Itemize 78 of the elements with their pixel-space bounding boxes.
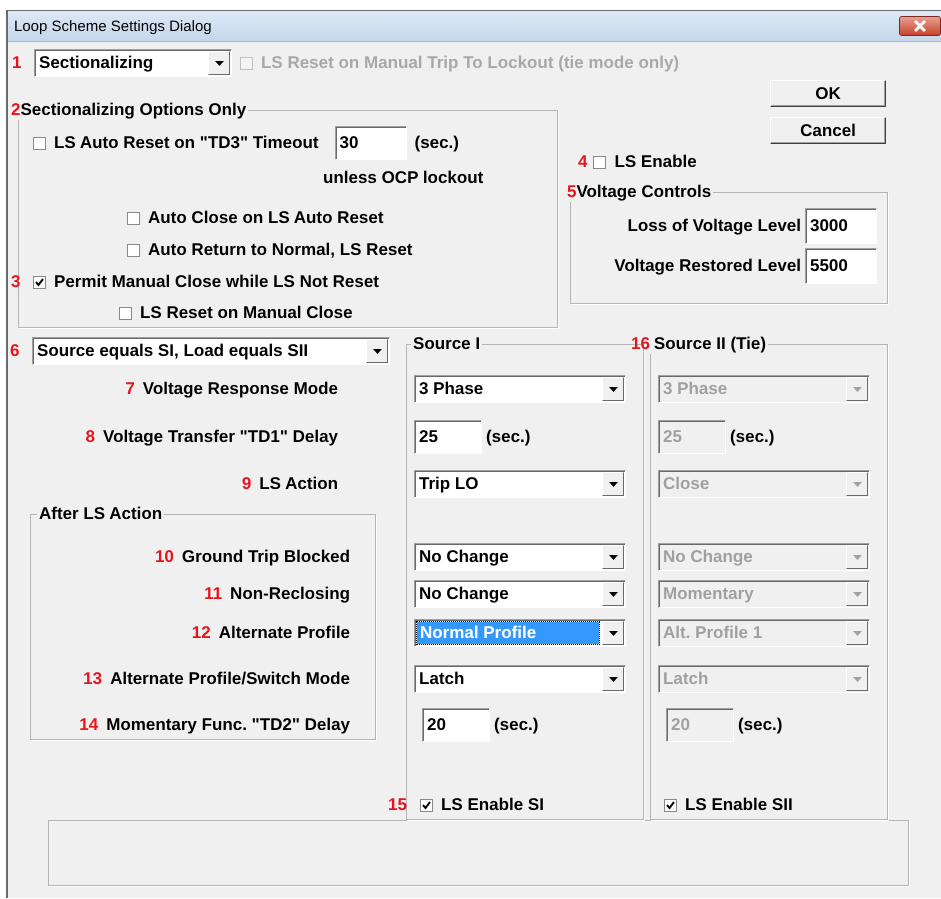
dialog-button[interactable]: OK — [770, 80, 886, 107]
dialog-button[interactable]: Cancel — [770, 117, 886, 144]
caret-icon — [372, 348, 382, 354]
step-number: 3 — [11, 272, 22, 292]
dropdown[interactable]: 3 Phase — [414, 375, 626, 403]
source-enable-checkbox[interactable]: LS Enable SI — [420, 795, 544, 815]
group-title: Source I — [413, 334, 480, 353]
step-number: 11 — [204, 584, 222, 604]
step-number: 14 — [79, 715, 98, 735]
caret-icon — [852, 676, 862, 682]
check-icon — [421, 800, 432, 810]
caret-icon — [852, 592, 862, 596]
step-number: 6 — [10, 341, 20, 361]
step-number: 5 — [567, 182, 576, 201]
timeout-field[interactable]: 30 — [334, 126, 407, 160]
caret-icon — [608, 676, 618, 682]
dropdown[interactable]: Trip LO — [414, 470, 626, 498]
checkbox[interactable]: LS Reset on Manual Close — [119, 303, 353, 323]
checkbox[interactable]: Permit Manual Close while LS Not Reset — [33, 272, 379, 292]
unit-label: (sec.) — [494, 715, 538, 735]
row-label: Voltage Transfer "TD1" Delay — [103, 427, 338, 447]
row-label: Voltage Response Mode — [142, 379, 338, 399]
checkbox[interactable]: LS Auto Reset on "TD3" Timeout — [33, 133, 319, 153]
voltage-field[interactable]: 3000 — [805, 208, 877, 244]
row-label: LS Action — [259, 474, 338, 494]
mode-dropdown[interactable]: Sectionalizing — [34, 49, 232, 77]
step-number: 8 — [86, 427, 95, 447]
caret-icon — [214, 60, 224, 66]
group-title: Sectionalizing Options Only — [20, 100, 246, 119]
step-number: 4 — [578, 152, 588, 172]
caret-icon — [608, 482, 618, 486]
group-title: Voltage Controls — [576, 182, 712, 201]
step-number: 1 — [11, 53, 22, 73]
caret-icon — [608, 630, 618, 636]
step-number: 9 — [242, 474, 252, 494]
row-label: Non-Reclosing — [230, 584, 350, 604]
delay-field[interactable]: 25 — [414, 420, 482, 454]
voltage-field[interactable]: 5500 — [805, 248, 877, 284]
group-title: After LS Action — [39, 504, 162, 523]
caret-icon — [608, 592, 618, 596]
unit-label: (sec.) — [730, 427, 774, 447]
unit-label: (sec.) — [738, 715, 782, 735]
dropdown[interactable]: Latch — [414, 665, 626, 693]
source-mode-dropdown[interactable]: Source equals SI, Load equals SII — [32, 337, 390, 365]
caret-icon — [608, 386, 618, 392]
caret-icon — [852, 482, 862, 486]
field-label: Loss of Voltage Level — [627, 216, 801, 236]
close-button[interactable] — [899, 16, 941, 36]
step-number: 13 — [83, 669, 102, 689]
unit-label: (sec.) — [486, 427, 530, 447]
caret-icon — [608, 554, 618, 560]
dropdown[interactable]: No Change — [414, 543, 626, 571]
step-number: 2 — [11, 100, 20, 119]
checkbox[interactable]: Auto Close on LS Auto Reset — [127, 208, 384, 228]
row-label: Alternate Profile — [218, 623, 350, 643]
caret-icon — [852, 554, 862, 560]
dropdown[interactable]: No Change — [414, 580, 626, 608]
row-label: Alternate Profile/Switch Mode — [110, 669, 350, 689]
check-icon — [34, 276, 45, 288]
group-title: Source II (Tie) — [654, 334, 766, 353]
row-label: Ground Trip Blocked — [182, 547, 350, 567]
step-number: 16 — [631, 334, 650, 353]
step-number: 10 — [154, 547, 174, 567]
step-number: 7 — [125, 379, 135, 399]
ls-enable-checkbox[interactable]: LS Enable — [593, 152, 697, 172]
field-label: Voltage Restored Level — [614, 256, 801, 276]
unit-label: (sec.) — [414, 133, 459, 153]
caret-icon — [852, 630, 862, 636]
delay-field[interactable]: 20 — [422, 708, 490, 742]
step-number: 15 — [388, 795, 407, 815]
check-icon — [665, 800, 676, 810]
row-label: Momentary Func. "TD2" Delay — [106, 715, 350, 735]
window-title: Loop Scheme Settings Dialog — [13, 18, 212, 34]
close-icon — [913, 20, 927, 32]
note-text: unless OCP lockout — [323, 168, 484, 188]
caret-icon — [852, 386, 862, 392]
checkbox[interactable]: Auto Return to Normal, LS Reset — [127, 240, 412, 260]
step-number: 12 — [192, 623, 211, 643]
